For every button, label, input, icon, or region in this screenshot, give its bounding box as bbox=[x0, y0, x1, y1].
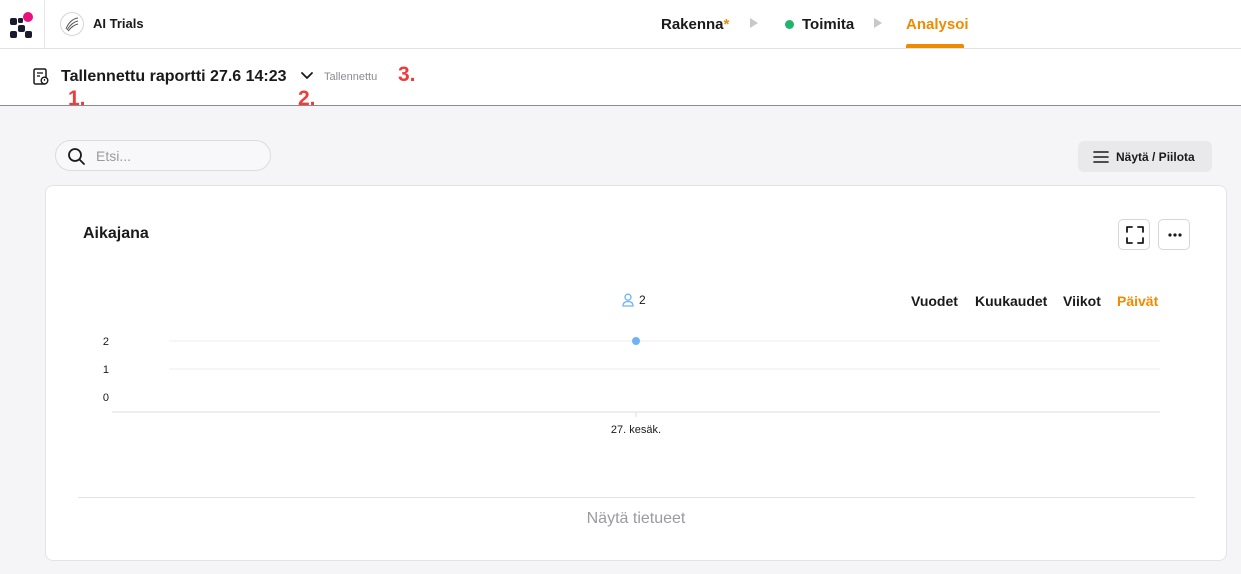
search-box bbox=[55, 140, 271, 171]
card-title: Aikajana bbox=[83, 225, 149, 242]
report-header: Tallennettu raportti 27.6 14:23 Tallenne… bbox=[0, 49, 1241, 110]
status-dot-icon bbox=[785, 20, 794, 29]
modified-indicator: * bbox=[723, 16, 730, 33]
active-step-indicator bbox=[906, 44, 964, 48]
annotation-marker-2: 2. bbox=[298, 87, 316, 110]
step-arrow-icon bbox=[750, 18, 758, 28]
y-tick-label: 2 bbox=[103, 336, 109, 348]
show-hide-label: Näytä / Piilota bbox=[1116, 150, 1195, 164]
step-arrow-icon bbox=[874, 18, 882, 28]
expand-icon bbox=[1126, 226, 1144, 244]
more-dots-icon bbox=[1168, 233, 1182, 237]
timeline-chart: 0 1 2 27. kesäk. bbox=[103, 336, 1160, 436]
timeline-card: Aikajana 2 Vuodet Kuukaudet Viikot Päivä… bbox=[45, 185, 1227, 561]
show-hide-button[interactable]: Näytä / Piilota bbox=[1078, 141, 1212, 172]
range-selector: Vuodet Kuukaudet Viikot Päivät bbox=[911, 293, 1159, 311]
logo-icon bbox=[10, 12, 33, 38]
app-name: AI Trials bbox=[93, 16, 144, 31]
annotation-marker-3: 3. bbox=[398, 63, 416, 86]
annotation-marker-1: 1. bbox=[68, 87, 86, 110]
report-title[interactable]: Tallennettu raportti 27.6 14:23 bbox=[61, 68, 287, 86]
range-years[interactable]: Vuodet bbox=[911, 293, 958, 309]
step-rakenna[interactable]: Rakenna* bbox=[661, 16, 729, 33]
step-analysoi[interactable]: Analysoi bbox=[906, 16, 969, 33]
fullscreen-button[interactable] bbox=[1118, 219, 1150, 250]
y-tick-label: 1 bbox=[103, 364, 109, 376]
menu-icon bbox=[1093, 151, 1109, 163]
range-months[interactable]: Kuukaudet bbox=[975, 293, 1047, 309]
chevron-down-icon[interactable] bbox=[300, 71, 314, 81]
search-input[interactable] bbox=[96, 146, 256, 166]
show-records-link[interactable]: Näytä tietueet bbox=[46, 510, 1226, 528]
divider bbox=[78, 497, 1195, 498]
user-icon bbox=[622, 293, 634, 307]
legend-count: 2 bbox=[639, 293, 646, 307]
step-toimita[interactable]: Toimita bbox=[802, 16, 854, 33]
search-icon bbox=[68, 148, 85, 165]
report-icon bbox=[33, 68, 49, 85]
logo[interactable] bbox=[0, 0, 45, 49]
top-bar: AI Trials Rakenna* Toimita Analysoi bbox=[0, 0, 1241, 49]
y-tick-label: 0 bbox=[103, 392, 109, 404]
range-days[interactable]: Päivät bbox=[1117, 293, 1158, 309]
app-logo-icon bbox=[60, 12, 84, 36]
save-status: Tallennettu bbox=[324, 71, 378, 83]
data-point[interactable] bbox=[632, 337, 640, 345]
more-options-button[interactable] bbox=[1158, 219, 1190, 250]
x-tick-label: 27. kesäk. bbox=[611, 424, 661, 436]
range-weeks[interactable]: Viikot bbox=[1063, 293, 1101, 309]
